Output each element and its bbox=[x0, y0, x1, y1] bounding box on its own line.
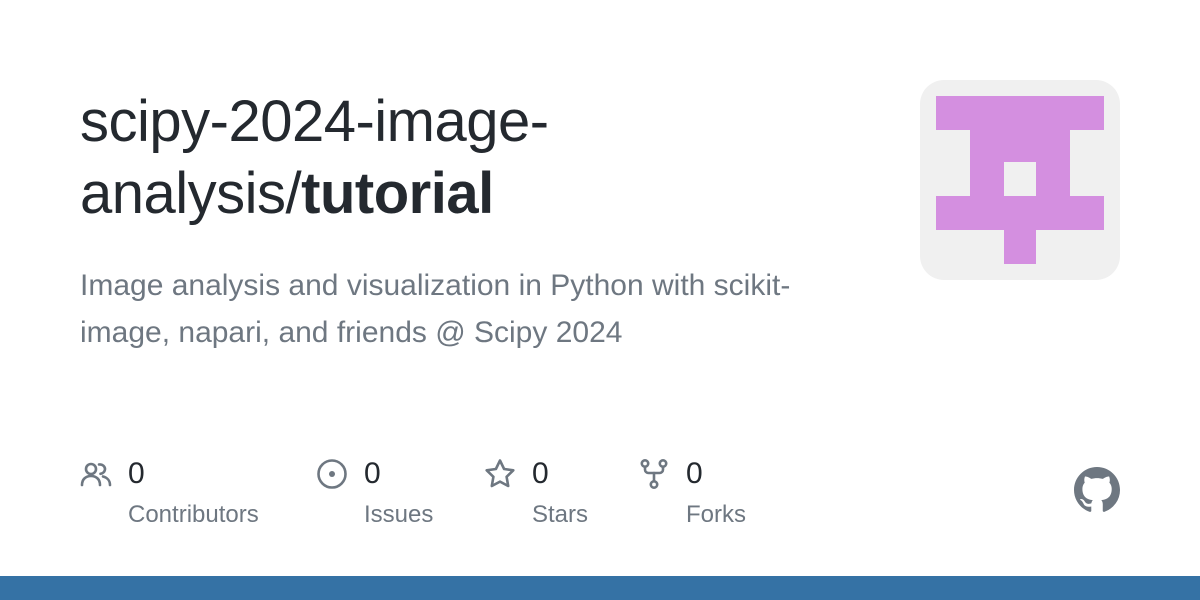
forks-count: 0 bbox=[686, 457, 703, 490]
repository-name: tutorial bbox=[301, 161, 494, 226]
language-color-bar bbox=[0, 576, 1200, 600]
issues-label: Issues bbox=[364, 501, 434, 528]
issues-count: 0 bbox=[364, 457, 381, 490]
repo-forked-icon bbox=[640, 458, 668, 489]
issue-opened-icon bbox=[317, 459, 347, 489]
star-icon bbox=[485, 459, 515, 488]
owner-avatar bbox=[920, 80, 1120, 280]
stars-count: 0 bbox=[532, 457, 549, 490]
people-icon bbox=[80, 462, 112, 487]
contributors-count: 0 bbox=[128, 457, 145, 490]
stars-label: Stars bbox=[532, 501, 589, 528]
repository-description: Image analysis and visualization in Pyth… bbox=[80, 269, 791, 349]
github-mark-icon[interactable] bbox=[1074, 467, 1120, 513]
identicon-icon bbox=[936, 96, 1104, 264]
forks-label: Forks bbox=[686, 501, 746, 528]
repository-social-card: scipy-2024-image-analysis/tutorial Image… bbox=[0, 0, 1200, 600]
repository-title[interactable]: scipy-2024-image-analysis/tutorial bbox=[80, 86, 880, 230]
contributors-label: Contributors bbox=[128, 501, 259, 528]
